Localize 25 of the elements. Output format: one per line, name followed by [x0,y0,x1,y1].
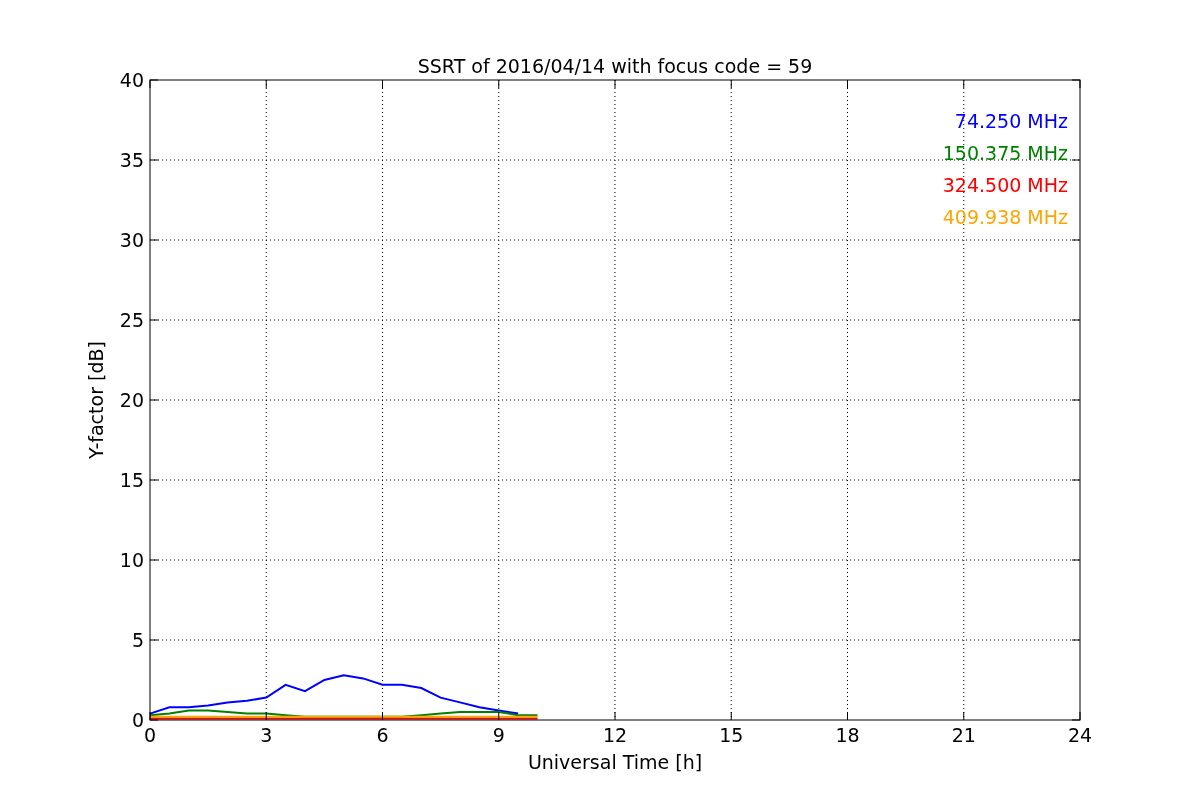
x-tick-label: 6 [376,724,389,746]
y-tick-label: 0 [131,709,144,731]
x-tick-label: 21 [951,724,976,746]
legend-label: 409.938 MHz [942,206,1068,228]
y-tick-label: 40 [119,69,144,91]
chart-title: SSRT of 2016/04/14 with focus code = 59 [417,55,813,77]
x-axis-label: Universal Time [h] [527,751,703,773]
x-tick-label: 12 [602,724,628,746]
y-tick-label: 30 [119,229,144,251]
y-tick-label: 20 [119,389,144,411]
x-tick-label: 9 [492,724,505,746]
y-tick-label: 25 [119,309,144,331]
x-tick-label: 3 [260,724,273,746]
y-tick-label: 15 [119,469,144,491]
legend-label: 74.250 MHz [954,110,1068,132]
y-tick-label: 35 [119,149,144,171]
x-tick-label: 15 [719,724,744,746]
y-tick-label: 5 [131,629,144,651]
legend-label: 324.500 MHz [942,174,1068,196]
legend-label: 150.375 MHz [942,142,1068,164]
y-tick-label: 10 [119,549,144,571]
x-tick-label: 18 [835,724,860,746]
x-tick-label: 24 [1067,724,1093,746]
y-axis-label: Y-factor [dB] [85,341,107,459]
x-tick-label: 0 [143,724,157,746]
